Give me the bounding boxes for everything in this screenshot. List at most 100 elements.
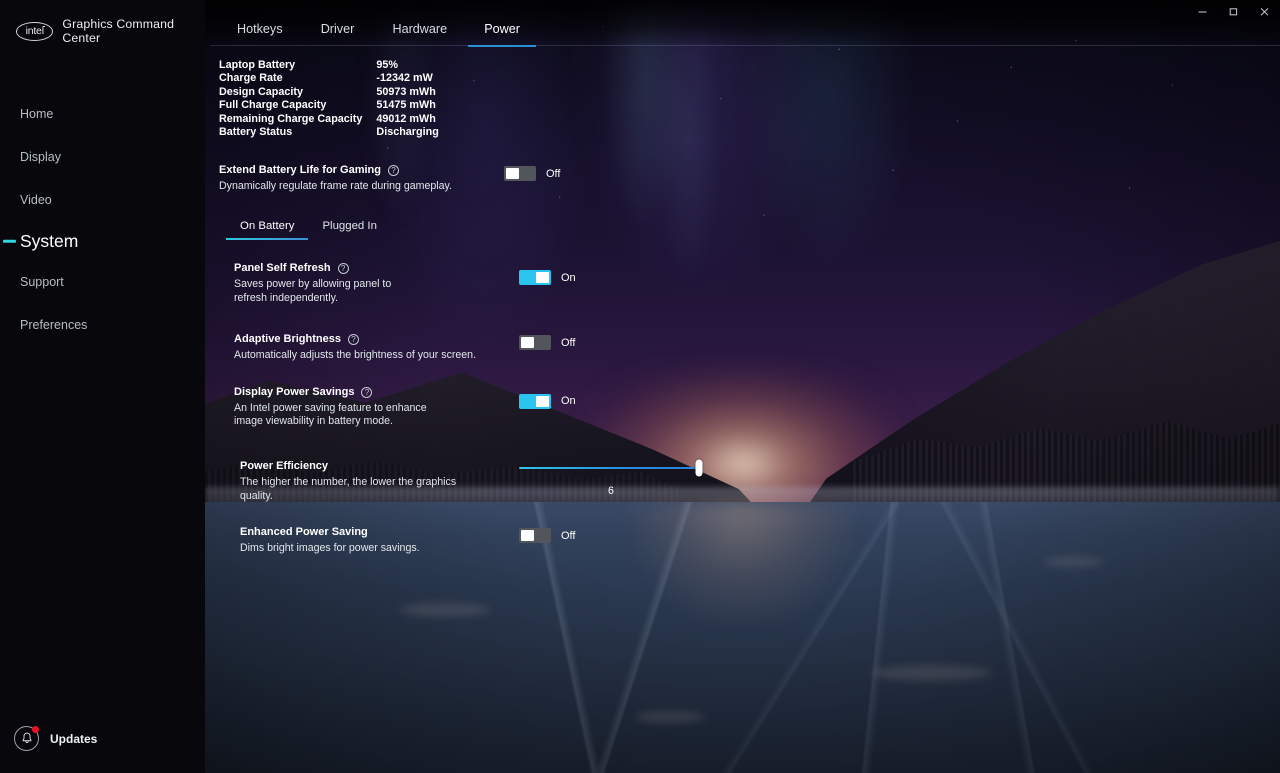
setting-title: Power Efficiency [240,460,329,472]
setting-description: Automatically adjusts the brightness of … [234,349,477,362]
table-row: Design Capacity 50973 mWh [219,86,439,99]
active-marker-icon [3,239,16,243]
setting-title-row: Extend Battery Life for Gaming ? [219,163,504,178]
help-icon[interactable]: ? [361,386,373,398]
slider-handle[interactable] [695,459,703,477]
setting-panel-self-refresh: Panel Self Refresh ? Saves power by allo… [219,261,1280,305]
setting-title-row: Display Power Savings ? [234,385,519,400]
slider-value-label: 6 [608,485,614,497]
sidebar-item-video[interactable]: Video [0,185,205,215]
tab-label: On Battery [240,220,295,233]
stat-key: Remaining Charge Capacity [219,112,363,125]
top-tab-bar: Hotkeys Driver Hardware Power [205,0,1280,48]
stat-key: Full Charge Capacity [219,99,327,112]
updates-button[interactable]: Updates [14,726,97,751]
setting-title-row: Panel Self Refresh ? [234,261,519,276]
main-content: Hotkeys Driver Hardware Power Laptop Bat… [205,0,1280,773]
setting-control: Off [504,166,560,182]
setting-texts: Adaptive Brightness ? Automatically adju… [234,332,519,363]
tab-label: Power [484,22,520,36]
power-panel: Laptop Battery 95% Charge Rate -12342 mW… [205,46,1280,556]
power-efficiency-slider[interactable]: 6 [519,459,703,497]
sidebar-item-label: Support [20,275,64,289]
toggle-knob [521,530,534,542]
setting-power-efficiency: Power Efficiency The higher the number, … [219,459,1280,503]
slider-track[interactable]: 6 [519,459,703,497]
setting-extend-battery-life: Extend Battery Life for Gaming ? Dynamic… [219,163,1280,194]
setting-description: Saves power by allowing panel to refresh… [234,278,392,304]
toggle-knob [536,272,549,284]
stat-value: 50973 mWh [376,85,436,98]
table-row: Remaining Charge Capacity 49012 mWh [219,113,439,126]
app-title: Graphics Command Center [62,17,175,45]
toggle-state-label: Off [561,336,576,349]
sidebar: intel Graphics Command Center Home Displ… [0,0,205,773]
maximize-button[interactable] [1218,0,1249,22]
help-icon[interactable]: ? [337,263,349,275]
sidebar-item-system[interactable]: System [0,224,205,258]
tab-power[interactable]: Power [465,22,539,48]
setting-enhanced-power-saving: Enhanced Power Saving Dims bright images… [219,525,1280,556]
setting-description: Dynamically regulate frame rate during g… [219,180,452,193]
tab-hotkeys[interactable]: Hotkeys [219,22,301,46]
enhanced-power-saving-toggle[interactable] [519,528,551,544]
setting-title: Panel Self Refresh [234,262,331,275]
setting-title-row: Enhanced Power Saving [240,525,519,540]
sidebar-nav: Home Display Video System Support Prefer… [0,99,205,340]
table-row: Laptop Battery 95% [219,59,439,72]
stat-key: Charge Rate [219,72,283,85]
table-row: Charge Rate -12342 mW [219,72,439,85]
application-window: intel Graphics Command Center Home Displ… [0,0,1280,773]
tab-on-battery[interactable]: On Battery [226,220,309,241]
setting-title: Display Power Savings [234,385,355,398]
tab-plugged-in[interactable]: Plugged In [308,220,390,240]
adaptive-brightness-toggle[interactable] [519,335,551,351]
panel-self-refresh-toggle[interactable] [519,270,551,286]
bell-icon [14,726,39,751]
help-icon[interactable]: ? [347,334,359,346]
setting-title-row: Adaptive Brightness ? [234,332,519,347]
stat-value: 49012 mWh [376,112,436,125]
setting-texts: Enhanced Power Saving Dims bright images… [240,525,519,556]
stat-value: 95% [376,59,399,71]
setting-adaptive-brightness: Adaptive Brightness ? Automatically adju… [219,332,1280,363]
stat-key: Battery Status [219,126,293,139]
sidebar-item-display[interactable]: Display [0,142,205,172]
setting-texts: Extend Battery Life for Gaming ? Dynamic… [219,163,504,194]
extend-battery-toggle[interactable] [504,166,536,182]
setting-control: On [519,270,576,286]
minimize-button[interactable] [1187,0,1218,22]
intel-logo-icon: intel [16,21,54,41]
table-row: Full Charge Capacity 51475 mWh [219,99,439,112]
tab-label: Driver [320,22,355,36]
sidebar-item-home[interactable]: Home [0,99,205,129]
toggle-knob [536,395,549,407]
sidebar-item-preferences[interactable]: Preferences [0,310,205,340]
toggle-state-label: Off [561,529,576,542]
sidebar-item-label: System [20,230,79,251]
setting-texts: Display Power Savings ? An Intel power s… [234,385,519,429]
intel-logo-text: intel [25,25,44,37]
stat-value: 51475 mWh [376,99,436,112]
sidebar-item-label: Home [20,107,54,121]
tab-hardware[interactable]: Hardware [375,22,466,46]
sidebar-item-support[interactable]: Support [0,267,205,297]
help-icon[interactable]: ? [387,165,399,177]
stat-value: -12342 mW [376,72,433,85]
setting-description: Dims bright images for power savings. [240,542,420,555]
close-button[interactable] [1249,0,1280,22]
stat-key: Design Capacity [219,85,304,98]
setting-title: Adaptive Brightness [234,333,341,346]
sidebar-item-label: Display [20,150,61,164]
setting-texts: Panel Self Refresh ? Saves power by allo… [234,261,519,305]
sidebar-item-label: Video [20,193,52,207]
updates-label: Updates [50,731,98,746]
tab-driver[interactable]: Driver [301,22,375,46]
toggle-state-label: On [561,395,576,408]
display-power-savings-toggle[interactable] [519,393,551,409]
setting-texts: Power Efficiency The higher the number, … [240,459,519,503]
stat-value: Discharging [376,126,439,139]
tab-label: Hotkeys [237,22,283,36]
setting-title-row: Power Efficiency [240,459,519,474]
table-row: Battery Status Discharging [219,126,439,139]
